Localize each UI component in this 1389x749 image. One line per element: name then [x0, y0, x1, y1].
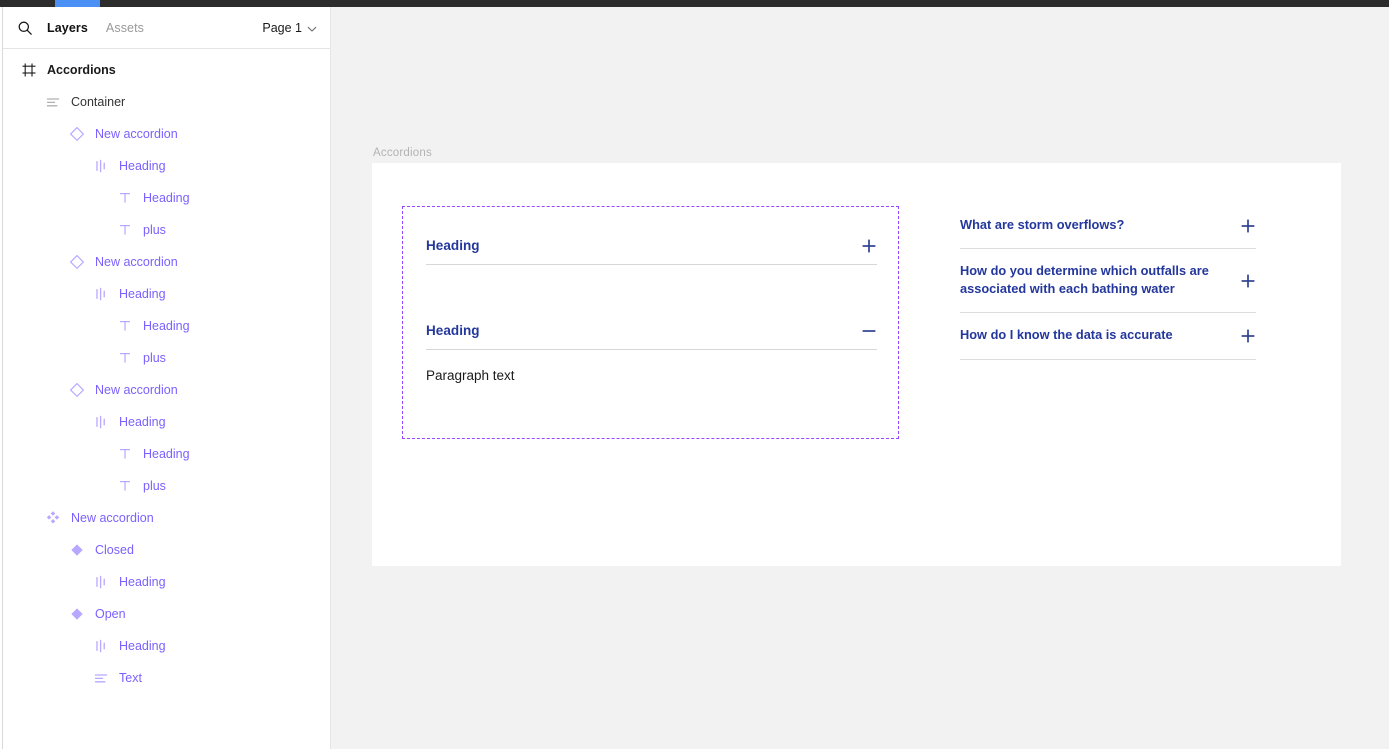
design-canvas[interactable]: Accordions Heading Heading Paragraph tex… — [331, 7, 1389, 749]
search-icon[interactable] — [17, 20, 33, 36]
layer-row-label: New accordion — [95, 382, 178, 397]
instance-icon — [69, 382, 85, 398]
faq-item[interactable]: What are storm overflows? — [960, 203, 1256, 250]
layer-row-label: New accordion — [95, 254, 178, 269]
instance-icon — [69, 254, 85, 270]
plus-icon[interactable] — [1240, 218, 1256, 234]
accordions-frame: Heading Heading Paragraph text What are … — [372, 163, 1341, 566]
auto-layout-h-icon — [93, 414, 109, 430]
layer-row[interactable]: plus — [3, 470, 330, 502]
layer-row-label: Closed — [95, 542, 134, 557]
component-set-icon — [45, 510, 61, 526]
auto-layout-h-icon — [93, 638, 109, 654]
plus-icon[interactable] — [1240, 328, 1256, 344]
layer-row-label: Heading — [119, 286, 166, 301]
tab-layers[interactable]: Layers — [47, 21, 88, 35]
text-icon — [117, 350, 133, 366]
plus-icon[interactable] — [861, 238, 877, 254]
accordion-item-closed[interactable]: Heading — [426, 227, 877, 265]
layer-row-label: Accordions — [47, 62, 116, 77]
figma-editor-window: Layers Assets Page 1 Accordions Containe… — [0, 0, 1389, 749]
layer-row[interactable]: Heading — [3, 406, 330, 438]
frame-name-label[interactable]: Accordions — [373, 147, 432, 159]
faq-item[interactable]: How do I know the data is accurate — [960, 313, 1256, 360]
layer-row-label: Heading — [119, 574, 166, 589]
layer-row-label: New accordion — [95, 126, 178, 141]
auto-layout-h-icon — [93, 286, 109, 302]
auto-layout-h-icon — [93, 574, 109, 590]
frame-icon — [21, 62, 37, 78]
layer-row-label: plus — [143, 478, 166, 493]
accordion-body-text: Paragraph text — [426, 368, 515, 383]
accordion-title: Heading — [426, 238, 480, 253]
component-icon — [69, 542, 85, 558]
minus-icon[interactable] — [861, 323, 877, 339]
layer-row-label: Open — [95, 606, 126, 621]
text-icon — [117, 478, 133, 494]
layer-row[interactable]: New accordion — [3, 246, 330, 278]
chevron-down-icon — [307, 23, 317, 32]
text-icon — [117, 222, 133, 238]
layer-row[interactable]: Accordions — [3, 54, 330, 86]
layer-row[interactable]: New accordion — [3, 374, 330, 406]
faq-question: What are storm overflows? — [960, 217, 1125, 232]
layer-row[interactable]: Container — [3, 86, 330, 118]
browser-tab-indicator[interactable] — [55, 0, 100, 7]
layer-row[interactable]: Heading — [3, 182, 330, 214]
layer-row[interactable]: plus — [3, 342, 330, 374]
layer-row-label: Heading — [143, 318, 190, 333]
layer-tree: Accordions Container New accordion Headi… — [3, 49, 330, 694]
text-icon — [117, 190, 133, 206]
page-selector[interactable]: Page 1 — [262, 20, 317, 35]
layer-row-label: New accordion — [71, 510, 154, 525]
layer-row-label: Heading — [119, 638, 166, 653]
text-icon — [117, 318, 133, 334]
layer-row[interactable]: New accordion — [3, 118, 330, 150]
accordion-header[interactable]: Heading — [426, 227, 877, 265]
auto-layout-icon — [45, 94, 61, 110]
tab-assets[interactable]: Assets — [106, 21, 144, 35]
layer-row-label: Heading — [143, 446, 190, 461]
faq-item[interactable]: How do you determine which outfalls are … — [960, 249, 1256, 314]
layer-row[interactable]: Heading — [3, 278, 330, 310]
layer-row[interactable]: Open — [3, 598, 330, 630]
auto-layout-icon — [93, 670, 109, 686]
instance-icon — [69, 126, 85, 142]
layer-row[interactable]: Closed — [3, 534, 330, 566]
layer-row-label: plus — [143, 350, 166, 365]
plus-icon[interactable] — [1240, 273, 1256, 289]
faq-question: How do you determine which outfalls are … — [960, 263, 1209, 297]
layer-row[interactable]: Heading — [3, 150, 330, 182]
layer-row[interactable]: Text — [3, 662, 330, 694]
window-top-bar — [0, 0, 1389, 7]
layers-panel: Layers Assets Page 1 Accordions Containe… — [3, 7, 331, 749]
accordion-item-open[interactable]: Heading Paragraph text — [426, 312, 877, 385]
auto-layout-h-icon — [93, 158, 109, 174]
layers-panel-header: Layers Assets Page 1 — [3, 7, 330, 49]
layer-row-label: Heading — [119, 414, 166, 429]
layer-row-label: plus — [143, 222, 166, 237]
layer-row[interactable]: Heading — [3, 438, 330, 470]
accordion-header[interactable]: Heading — [426, 312, 877, 350]
layer-row-label: Heading — [143, 190, 190, 205]
layer-row-label: Container — [71, 94, 126, 109]
selection-bounds[interactable]: Heading Heading Paragraph text — [402, 206, 899, 439]
layer-row[interactable]: Heading — [3, 566, 330, 598]
faq-question: How do I know the data is accurate — [960, 327, 1173, 343]
layer-row[interactable]: New accordion — [3, 502, 330, 534]
page-selector-label: Page 1 — [262, 20, 302, 35]
text-icon — [117, 446, 133, 462]
layer-row[interactable]: Heading — [3, 310, 330, 342]
layer-row[interactable]: plus — [3, 214, 330, 246]
layer-row-label: Heading — [119, 158, 166, 173]
component-icon — [69, 606, 85, 622]
layer-row[interactable]: Heading — [3, 630, 330, 662]
layer-row-label: Text — [119, 670, 142, 685]
faq-accordion-list: What are storm overflows? How do you det… — [960, 203, 1256, 360]
accordion-title: Heading — [426, 323, 480, 338]
